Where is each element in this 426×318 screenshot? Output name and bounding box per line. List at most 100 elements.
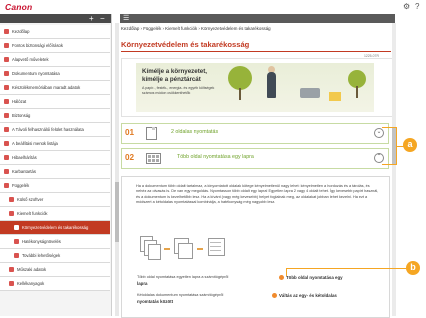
expand-icon[interactable]	[14, 239, 19, 244]
sidebar-item-label: Alapvető műveletek	[12, 57, 49, 62]
feature-number: 02	[125, 153, 135, 162]
feature-label[interactable]: Több oldal nyomtatása egy lapra	[177, 154, 254, 160]
page-title: Környezetvédelem és takarékosság	[121, 40, 250, 49]
breadcrumb[interactable]: Kezdőlap › Függelék › Kiemelt funkciók ›…	[121, 26, 271, 31]
sidebar-item[interactable]: Kellékanyagok	[0, 277, 110, 291]
expand-icon[interactable]	[4, 43, 9, 48]
description-paragraph: Ha a dokumentum több oldalt tartalmaz, a…	[136, 184, 379, 205]
multipage-cell	[148, 159, 151, 162]
sidebar-item[interactable]: A Távoli felhasználói felület használata	[0, 123, 110, 137]
sidebar-item-label: Dokumentum nyomtatása	[12, 71, 60, 76]
sidebar-item-label: További lehetőségek	[22, 253, 61, 258]
expand-icon[interactable]	[14, 225, 19, 230]
expand-icon[interactable]	[4, 29, 9, 34]
sidebar-item-label: Függelék	[12, 183, 30, 188]
sidebar-item[interactable]: Környezetvédelem és takarékosság	[0, 221, 110, 235]
callout-badge-b: b	[406, 261, 420, 275]
arrow-circle-icon	[279, 275, 284, 280]
banner-title-line1: Kímélje a környezetet,	[142, 68, 207, 75]
multipage-cell	[148, 155, 151, 158]
expand-icon[interactable]	[9, 211, 14, 216]
banner-title-line2: kímélje a pénztárcát	[142, 76, 201, 83]
multipage-illustration	[140, 232, 235, 264]
sidebar-item-label: Készülékmemóriában maradt adatok	[12, 85, 81, 90]
sidebar-item-label: Biztonság	[12, 113, 31, 118]
title-divider	[121, 51, 391, 52]
sheet-line	[210, 250, 221, 251]
main-toolbar	[120, 14, 395, 23]
multipage-cell	[156, 155, 159, 158]
sidebar-item[interactable]: További lehetőségek	[0, 249, 110, 263]
sidebar-scrollbar[interactable]	[115, 23, 119, 316]
callout-line-b	[286, 268, 415, 269]
expand-icon[interactable]	[4, 71, 9, 76]
expand-all-button[interactable]: +	[89, 14, 94, 23]
expand-icon[interactable]	[4, 155, 9, 160]
feature-row-multipage[interactable]	[121, 148, 389, 169]
sidebar-item-label: Külső szoftver	[17, 197, 44, 202]
help-icon[interactable]: ?	[415, 2, 419, 11]
sidebar-item[interactable]: Hatékonyságnövelés	[0, 235, 110, 249]
sidebar-item-label: Karbantartás	[12, 169, 36, 174]
result-sheet	[208, 238, 225, 256]
menu-toggle-icon[interactable]: ☰	[123, 14, 129, 23]
expand-icon[interactable]	[4, 99, 9, 104]
expand-icon[interactable]	[4, 127, 9, 132]
expand-icon[interactable]	[4, 141, 9, 146]
sidebar-scrollbar-thumb[interactable]	[115, 182, 119, 242]
link-intro-text: Több oldal nyomtatása egyetlen lapra a s…	[137, 275, 229, 279]
expand-icon[interactable]	[9, 281, 14, 286]
collapse-all-button[interactable]: −	[100, 14, 105, 23]
main-scrollbar[interactable]	[392, 23, 396, 316]
sidebar-item[interactable]: Biztonság	[0, 109, 110, 123]
sidebar-item[interactable]: Karbantartás	[0, 165, 110, 179]
expand-icon[interactable]	[4, 183, 9, 188]
sidebar-item[interactable]: Műszaki adatok	[0, 263, 110, 277]
sidebar-item[interactable]: Függelék	[0, 179, 110, 193]
gear-icon[interactable]: ⚙	[403, 2, 410, 11]
expand-icon[interactable]	[4, 169, 9, 174]
sheet-line	[210, 242, 221, 243]
arrow-circle-icon	[272, 293, 277, 298]
sidebar-item[interactable]: Alapvető műveletek	[0, 53, 110, 67]
expand-icon[interactable]	[14, 253, 19, 258]
sidebar-item[interactable]: Kiemelt funkciók	[0, 207, 110, 221]
sidebar-item[interactable]: Külső szoftver	[0, 193, 110, 207]
paper-stack-illustration	[329, 92, 341, 101]
sidebar-item[interactable]: Készülékmemóriában maradt adatok	[0, 81, 110, 95]
banner-subtitle-line1: A papír-, festék-, energia- és egyéb köl…	[142, 86, 215, 90]
sidebar-item[interactable]: Kezdőlap	[0, 25, 110, 39]
sidebar-item-label: Kezdőlap	[12, 29, 30, 34]
multipage-print-link[interactable]: Több oldal nyomtatása egy	[286, 275, 343, 280]
sidebar-item[interactable]: Dokumentum nyomtatása	[0, 67, 110, 81]
feature-label[interactable]: 2 oldalas nyomtatás	[171, 129, 218, 135]
link-intro-text: Kétoldalas dokumentum nyomtatása számító…	[137, 293, 224, 297]
callout-badge-a: a	[403, 138, 417, 152]
feature-number: 01	[125, 128, 135, 137]
document-id: 1225-07R	[364, 54, 379, 58]
header-bar	[0, 0, 426, 14]
canon-logo[interactable]: Canon	[5, 2, 32, 12]
duplex-toggle-link[interactable]: Váltás az egy- és kétoldalas	[279, 293, 337, 298]
tree-trunk-illustration	[356, 86, 358, 98]
sidebar-item-label: Hálózat	[12, 99, 27, 104]
duplex-toggle-link-cont[interactable]: nyomtatás között	[137, 299, 173, 304]
expand-icon[interactable]	[4, 85, 9, 90]
feature-row-duplex[interactable]	[121, 123, 389, 144]
multipage-print-link-cont[interactable]: lapra	[137, 281, 148, 286]
expand-icon[interactable]	[4, 57, 9, 62]
person-illustration	[267, 72, 276, 98]
sidebar-item[interactable]: Hibaelhárítás	[0, 151, 110, 165]
expand-icon[interactable]	[4, 113, 9, 118]
sidebar-item[interactable]: A beállítási menük listája	[0, 137, 110, 151]
sidebar-item-label: Hibaelhárítás	[12, 155, 37, 160]
callout-bracket-a	[382, 127, 397, 165]
sidebar-item-label: Műszaki adatok	[17, 267, 47, 272]
expand-icon[interactable]	[9, 197, 14, 202]
sidebar-item[interactable]: Hálózat	[0, 95, 110, 109]
arrow-icon	[197, 248, 203, 250]
document-fold-icon	[152, 127, 155, 130]
sheet-line	[210, 246, 221, 247]
sidebar-item[interactable]: Fontos biztonsági előírások	[0, 39, 110, 53]
expand-icon[interactable]	[9, 267, 14, 272]
